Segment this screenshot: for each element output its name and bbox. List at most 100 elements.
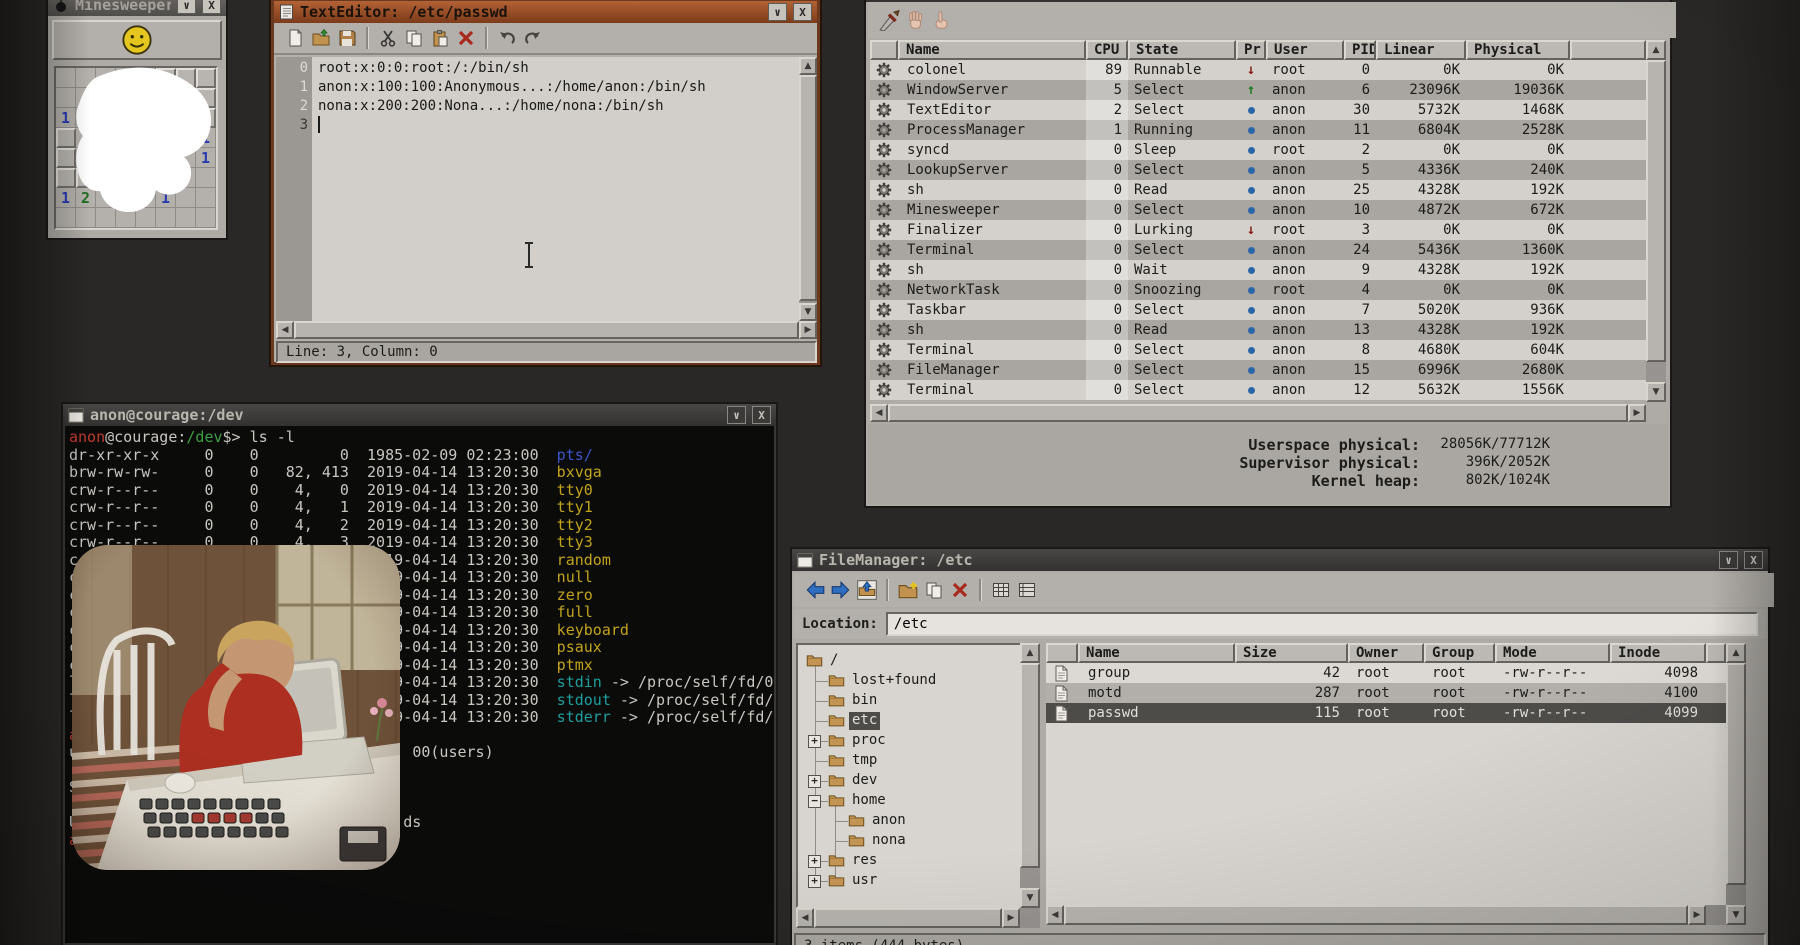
column-header-blank[interactable] bbox=[1706, 643, 1726, 663]
column-header-physical[interactable]: Physical bbox=[1466, 40, 1570, 60]
up-button[interactable] bbox=[854, 578, 880, 602]
close-button[interactable]: X bbox=[202, 0, 221, 14]
tree-item-usr[interactable]: +usr bbox=[798, 871, 1018, 891]
process-row[interactable]: 0FileManagerSelectanon156996K2680K bbox=[870, 360, 1646, 380]
scroll-up-button[interactable]: ▲ bbox=[799, 57, 817, 75]
close-button[interactable]: X bbox=[793, 3, 812, 21]
back-button[interactable] bbox=[802, 578, 828, 602]
scroll-thumb[interactable] bbox=[1646, 60, 1666, 362]
delete-button[interactable] bbox=[453, 26, 479, 50]
scroll-down-button[interactable]: ▼ bbox=[1020, 888, 1040, 908]
process-row[interactable]: 0shReadanon254328K192K bbox=[870, 180, 1646, 200]
column-header-group[interactable]: Group bbox=[1424, 643, 1495, 663]
copy-button[interactable] bbox=[921, 578, 947, 602]
column-header-pid[interactable]: PID bbox=[1344, 40, 1376, 60]
process-row[interactable]: 0FinalizerLurking↓root30K0K bbox=[870, 220, 1646, 240]
scroll-left-button[interactable]: ◀ bbox=[276, 321, 294, 339]
hand-point-button[interactable] bbox=[928, 8, 954, 32]
column-header-linear[interactable]: Linear bbox=[1376, 40, 1466, 60]
forward-button[interactable] bbox=[828, 578, 854, 602]
expand-toggle[interactable]: + bbox=[808, 855, 821, 868]
scroll-left-button[interactable]: ◀ bbox=[870, 404, 888, 422]
process-row[interactable]: 0TerminalSelectanon125632K1556K bbox=[870, 380, 1646, 400]
column-header-mode[interactable]: Mode bbox=[1495, 643, 1610, 663]
shade-button[interactable]: ∨ bbox=[1719, 551, 1738, 569]
process-row[interactable]: 0syncdSleeproot20K0K bbox=[870, 140, 1646, 160]
scroll-up-button[interactable]: ▲ bbox=[1726, 643, 1746, 663]
paste-button[interactable] bbox=[427, 26, 453, 50]
column-header-pr[interactable]: Pr bbox=[1236, 40, 1266, 60]
column-header-size[interactable]: Size bbox=[1235, 643, 1348, 663]
process-row[interactable]: 0MinesweeperSelectanon104872K672K bbox=[870, 200, 1646, 220]
tree-item-tmp[interactable]: tmp bbox=[798, 751, 1018, 771]
redo-button[interactable] bbox=[520, 26, 546, 50]
tree-item-[interactable]: / bbox=[798, 651, 1018, 671]
scroll-down-button[interactable]: ▼ bbox=[1646, 382, 1666, 402]
column-header-state[interactable]: State bbox=[1128, 40, 1236, 60]
scroll-right-button[interactable]: ▶ bbox=[1688, 905, 1706, 925]
texteditor-titlebar[interactable]: TextEditor: /etc/passwd ∨ X bbox=[274, 1, 817, 23]
process-row[interactable]: 2TextEditorSelectanon305732K1468K bbox=[870, 100, 1646, 120]
column-header-blank[interactable] bbox=[870, 40, 898, 60]
column-header-name[interactable]: Name bbox=[1078, 643, 1235, 663]
process-row[interactable]: 1ProcessManagerRunninganon116804K2528K bbox=[870, 120, 1646, 140]
editor-text-area[interactable]: root:x:0:0:root:/:/bin/shanon:x:100:100:… bbox=[312, 57, 799, 321]
process-row[interactable]: 0TerminalSelectanon245436K1360K bbox=[870, 240, 1646, 260]
terminal-titlebar[interactable]: anon@courage:/dev ∨ X bbox=[63, 404, 776, 426]
scroll-thumb[interactable] bbox=[1726, 663, 1746, 885]
location-input[interactable] bbox=[886, 612, 1758, 636]
expand-toggle[interactable]: + bbox=[808, 875, 821, 888]
expand-toggle[interactable]: + bbox=[808, 775, 821, 788]
scroll-thumb[interactable] bbox=[814, 908, 1002, 928]
process-row[interactable]: 0TaskbarSelectanon75020K936K bbox=[870, 300, 1646, 320]
scroll-up-button[interactable]: ▲ bbox=[1646, 40, 1666, 60]
column-header-blank[interactable] bbox=[1570, 40, 1646, 60]
column-header-cpu[interactable]: CPU bbox=[1086, 40, 1128, 60]
scroll-left-button[interactable]: ◀ bbox=[1046, 905, 1064, 925]
column-header-name[interactable]: Name bbox=[898, 40, 1086, 60]
open-file-button[interactable] bbox=[308, 26, 334, 50]
hand-stop-button[interactable] bbox=[902, 8, 928, 32]
close-button[interactable]: X bbox=[1744, 551, 1763, 569]
scroll-down-button[interactable]: ▼ bbox=[1726, 905, 1746, 925]
shade-button[interactable]: ∨ bbox=[177, 0, 196, 14]
editor-hscrollbar[interactable]: ◀ ▶ bbox=[276, 321, 817, 339]
tree-vscrollbar[interactable]: ▲ ▼ bbox=[1020, 643, 1040, 908]
scroll-thumb[interactable] bbox=[294, 321, 799, 339]
process-row[interactable]: 5WindowServerSelect↑anon623096K19036K bbox=[870, 80, 1646, 100]
files-vscrollbar[interactable]: ▲ ▼ bbox=[1726, 643, 1746, 925]
shade-button[interactable]: ∨ bbox=[727, 406, 746, 424]
process-row[interactable]: 0shReadanon134328K192K bbox=[870, 320, 1646, 340]
undo-button[interactable] bbox=[494, 26, 520, 50]
tree-item-res[interactable]: +res bbox=[798, 851, 1018, 871]
column-header-inode[interactable]: Inode bbox=[1610, 643, 1706, 663]
file-row-motd[interactable]: motd287rootroot-rw-r--r--4100 bbox=[1046, 683, 1726, 703]
scroll-right-button[interactable]: ▶ bbox=[1002, 908, 1020, 928]
process-row[interactable]: 0NetworkTaskSnoozingroot40K0K bbox=[870, 280, 1646, 300]
tree-item-nona[interactable]: nona bbox=[798, 831, 1018, 851]
list-view-button[interactable] bbox=[1014, 578, 1040, 602]
files-hscrollbar[interactable]: ◀ ▶ bbox=[1046, 905, 1726, 925]
column-header-user[interactable]: User bbox=[1266, 40, 1344, 60]
process-row[interactable]: 0LookupServerSelectanon54336K240K bbox=[870, 160, 1646, 180]
kill-button[interactable] bbox=[876, 8, 902, 32]
scroll-down-button[interactable]: ▼ bbox=[799, 303, 817, 321]
tree-item-home[interactable]: −home bbox=[798, 791, 1018, 811]
column-header-blank[interactable] bbox=[1046, 643, 1078, 663]
delete-button[interactable] bbox=[947, 578, 973, 602]
copy-button[interactable] bbox=[401, 26, 427, 50]
cut-button[interactable] bbox=[375, 26, 401, 50]
close-button[interactable]: X bbox=[752, 406, 771, 424]
tree-hscrollbar[interactable]: ◀ ▶ bbox=[796, 908, 1040, 928]
tree-item-dev[interactable]: +dev bbox=[798, 771, 1018, 791]
tree-item-lostfound[interactable]: lost+found bbox=[798, 671, 1018, 691]
editor-vscrollbar[interactable]: ▲ ▼ bbox=[799, 57, 817, 321]
new-file-button[interactable] bbox=[282, 26, 308, 50]
collapse-toggle[interactable]: − bbox=[808, 795, 821, 808]
tree-item-proc[interactable]: +proc bbox=[798, 731, 1018, 751]
save-file-button[interactable] bbox=[334, 26, 360, 50]
scroll-thumb[interactable] bbox=[1020, 663, 1040, 868]
scroll-thumb[interactable] bbox=[888, 404, 1628, 422]
tree-item-etc[interactable]: etc bbox=[798, 711, 1018, 731]
scroll-up-button[interactable]: ▲ bbox=[1020, 643, 1040, 663]
